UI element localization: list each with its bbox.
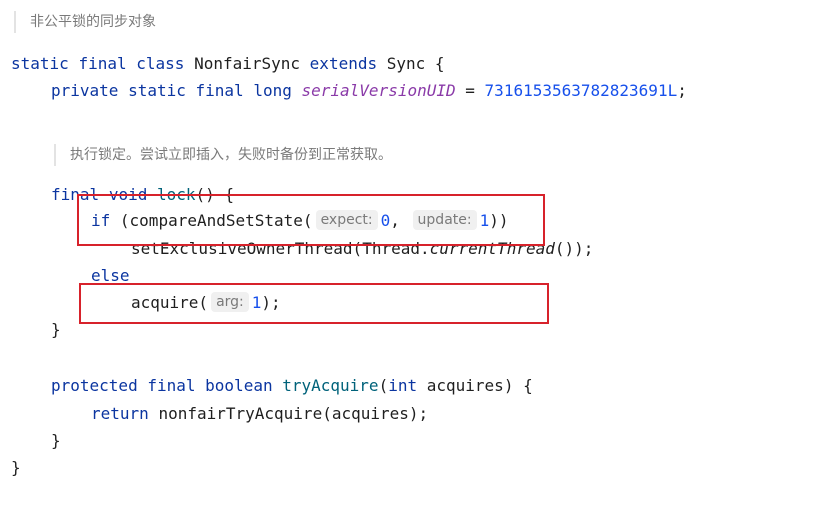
lock-method-name[interactable]: lock <box>157 185 196 204</box>
keyword-return: return <box>91 404 149 423</box>
acquire-close: ); <box>261 293 281 312</box>
code-line-set-owner[interactable]: setExclusiveOwnerThread(Thread.currentTh… <box>131 235 593 262</box>
keyword-long: long <box>253 81 292 100</box>
serial-version-field[interactable]: serialVersionUID <box>302 81 456 100</box>
if-close: )) <box>489 211 509 230</box>
lock-doc-text: 执行锁定。尝试立即插入，失败时备份到正常获取。 <box>70 147 392 163</box>
nonfair-try-acquire-call[interactable]: nonfairTryAcquire(acquires); <box>158 404 428 423</box>
keyword-final: final <box>147 376 196 395</box>
close-brace: } <box>51 431 61 450</box>
arg-value: 1 <box>251 293 262 312</box>
class-doc-comment: 非公平锁的同步对象 <box>14 11 156 33</box>
class-name[interactable]: NonfairSync <box>194 54 300 73</box>
code-line-serial-version[interactable]: private static final long serialVersionU… <box>51 77 687 104</box>
param-hint-arg: arg: <box>211 292 249 312</box>
current-thread-call[interactable]: currentThread <box>430 239 555 258</box>
keyword-extends: extends <box>309 54 378 73</box>
keyword-boolean: boolean <box>205 376 273 395</box>
keyword-if: if <box>91 211 111 230</box>
super-class-name[interactable]: Sync <box>387 54 426 73</box>
keyword-else: else <box>91 266 130 285</box>
open-paren: ( <box>378 376 389 395</box>
lock-doc-comment: 执行锁定。尝试立即插入，失败时备份到正常获取。 <box>54 144 392 166</box>
code-line-lock-decl[interactable]: final void lock() { <box>51 181 234 208</box>
code-line-return[interactable]: return nonfairTryAcquire(acquires); <box>91 400 428 427</box>
keyword-final: final <box>78 54 127 73</box>
equals-sign: = <box>465 81 475 100</box>
keyword-static: static <box>128 81 186 100</box>
set-owner-close: ()); <box>554 239 594 258</box>
keyword-final: final <box>195 81 244 100</box>
try-acquire-method-name[interactable]: tryAcquire <box>282 376 378 395</box>
code-line-class-close[interactable]: } <box>11 454 21 481</box>
code-line-try-close[interactable]: } <box>51 427 61 454</box>
keyword-private: private <box>51 81 119 100</box>
open-brace: { <box>434 54 445 73</box>
expect-value: 0 <box>380 211 391 230</box>
code-line-acquire[interactable]: acquire(arg: 1); <box>131 289 281 316</box>
code-line-lock-close[interactable]: } <box>51 316 61 343</box>
serial-version-value: 7316153563782823691L <box>484 81 678 100</box>
param-hint-expect: expect: <box>315 210 378 230</box>
set-owner-call[interactable]: setExclusiveOwnerThread(Thread. <box>131 239 430 258</box>
keyword-int: int <box>388 376 418 395</box>
comma: , <box>390 211 400 230</box>
code-line-if[interactable]: if (compareAndSetState(expect: 0, update:… <box>91 207 509 234</box>
close-brace: } <box>11 458 21 477</box>
semicolon: ; <box>677 81 687 100</box>
class-doc-text: 非公平锁的同步对象 <box>30 14 156 30</box>
keyword-void: void <box>108 185 148 204</box>
keyword-class: class <box>136 54 185 73</box>
keyword-protected: protected <box>51 376 138 395</box>
param-hint-update: update: <box>412 210 477 230</box>
acquire-call[interactable]: acquire( <box>131 293 208 312</box>
keyword-static: static <box>11 54 69 73</box>
lock-decl-rest: () { <box>195 185 235 204</box>
code-line-else[interactable]: else <box>91 262 130 289</box>
keyword-final: final <box>51 185 100 204</box>
code-line-class-decl[interactable]: static final class NonfairSync extends S… <box>11 50 445 77</box>
code-line-try-acquire-decl[interactable]: protected final boolean tryAcquire(int a… <box>51 372 533 399</box>
close-brace: } <box>51 320 61 339</box>
update-value: 1 <box>479 211 490 230</box>
compare-and-set-call[interactable]: (compareAndSetState( <box>120 211 313 230</box>
acquires-param[interactable]: acquires) { <box>427 376 533 395</box>
